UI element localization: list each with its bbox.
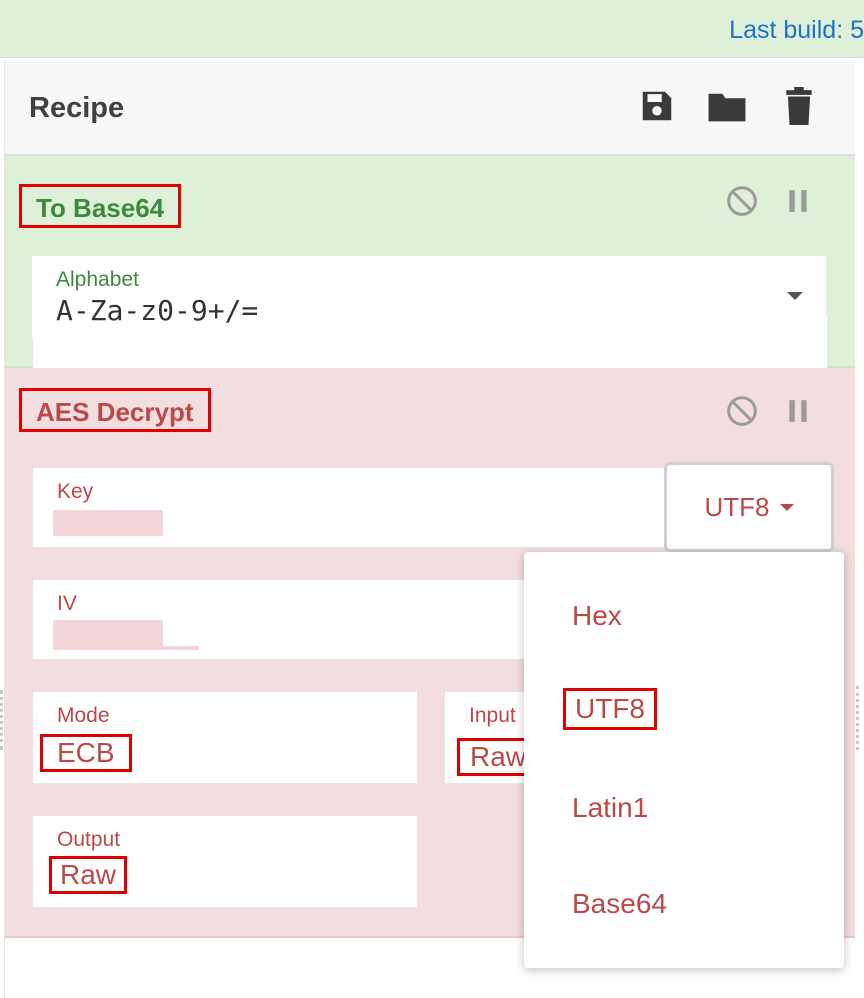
mode-field[interactable]: Mode ECB (33, 692, 417, 784)
operation-title: To Base64 (19, 184, 182, 228)
trash-icon[interactable] (779, 86, 819, 126)
output-format-label: Output (57, 828, 121, 851)
alphabet-label: Alphabet (56, 268, 139, 291)
right-resize-handle[interactable] (856, 686, 860, 750)
iv-field[interactable]: IV (33, 580, 529, 660)
input-format-field[interactable]: Input Raw (445, 692, 540, 784)
alphabet-value: A-Za-z0-9+/= (56, 294, 259, 327)
dropdown-option-latin1[interactable]: Latin1 (572, 792, 648, 824)
output-format-field[interactable]: Output Raw (33, 816, 417, 908)
top-bar: Last build: 5 (0, 0, 864, 58)
pause-icon[interactable] (781, 184, 815, 218)
save-icon[interactable] (637, 86, 677, 126)
mode-value: ECB (40, 734, 132, 772)
key-field[interactable]: Key (33, 468, 665, 548)
key-encoding-label: UTF8 (704, 491, 770, 522)
key-encoding-button[interactable]: UTF8 (664, 462, 834, 552)
key-label: Key (57, 480, 94, 503)
output-format-value: Raw (49, 856, 128, 894)
last-build-label[interactable]: Last build: 5 (729, 16, 864, 45)
dropdown-option-base64[interactable]: Base64 (572, 888, 667, 920)
input-format-label: Input (469, 704, 516, 727)
disable-icon[interactable] (725, 394, 759, 428)
disable-icon[interactable] (725, 184, 759, 218)
folder-icon[interactable] (707, 86, 747, 126)
caret-down-icon[interactable] (787, 292, 803, 300)
dropdown-option-hex[interactable]: Hex (572, 600, 622, 632)
alphabet-field-box[interactable]: Alphabet A-Za-z0-9+/= (32, 256, 826, 338)
iv-label: IV (57, 592, 77, 615)
iv-underline (53, 646, 199, 650)
left-resize-handle[interactable] (0, 690, 3, 750)
recipe-header: Recipe (5, 60, 855, 156)
key-value-redacted (53, 510, 163, 536)
operation-title: AES Decrypt (19, 388, 211, 432)
recipe-title: Recipe (29, 92, 125, 124)
mode-label: Mode (57, 704, 110, 727)
encoding-dropdown-menu: Hex UTF8 Latin1 Base64 (524, 552, 844, 968)
dropdown-option-utf8[interactable]: UTF8 (563, 688, 657, 730)
iv-value-redacted (53, 620, 163, 646)
pause-icon[interactable] (781, 394, 815, 428)
caret-down-icon (779, 503, 794, 511)
